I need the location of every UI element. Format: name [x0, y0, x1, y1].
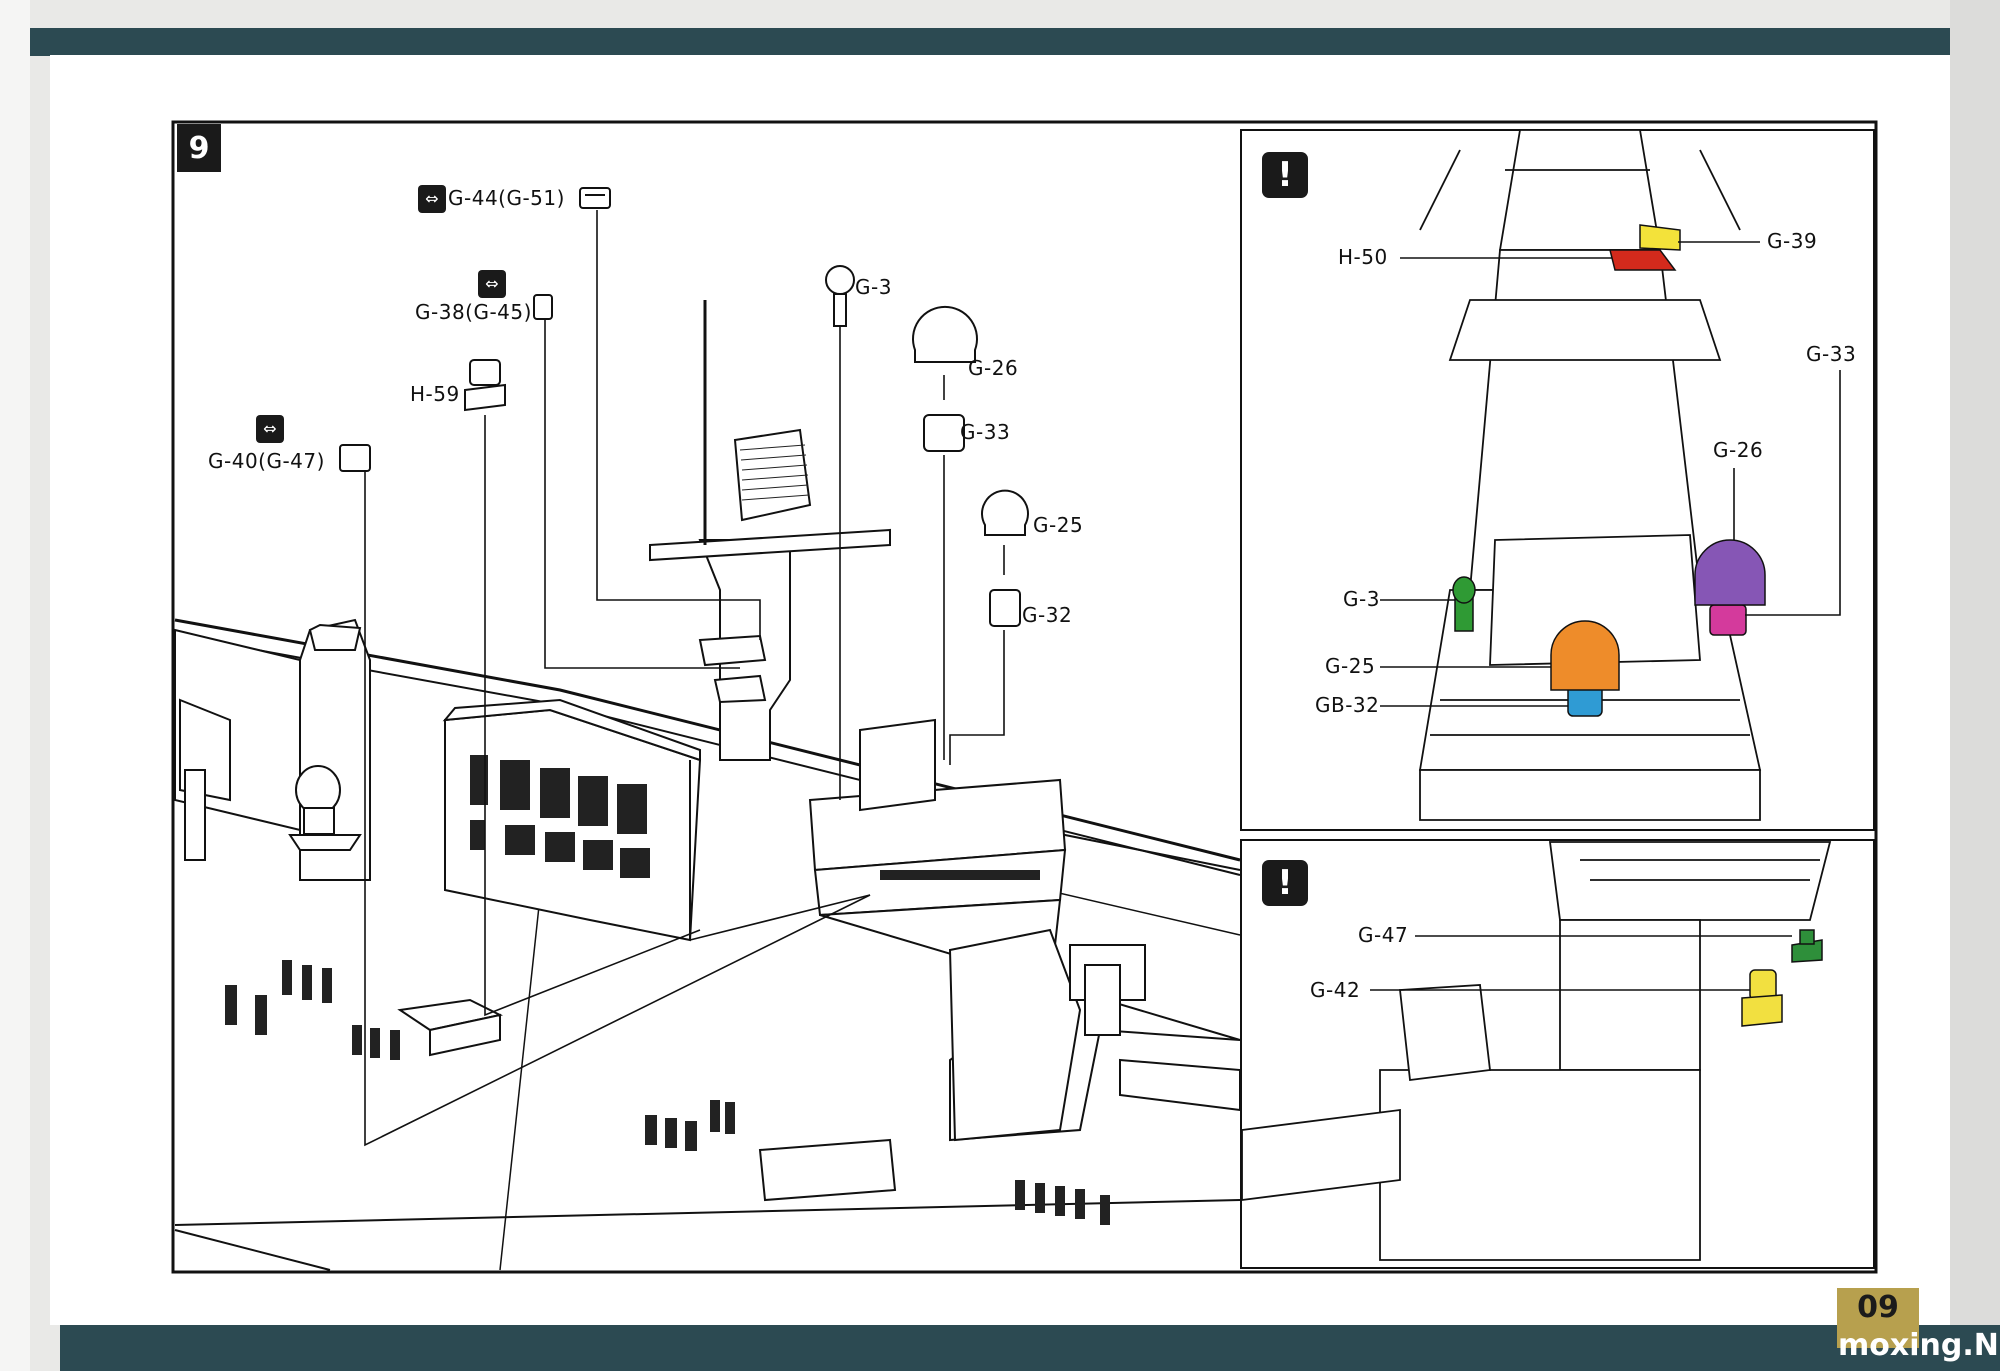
- detail-label-g25: G-25: [1325, 654, 1376, 678]
- callout-label-g44: G-44(G-51): [448, 186, 565, 210]
- detail-label-g39: G-39: [1767, 229, 1818, 253]
- detail-label-h50: H-50: [1338, 245, 1388, 269]
- mirror-part-icon: ⇔: [256, 415, 284, 443]
- detail-label-g47: G-47: [1358, 923, 1409, 947]
- part-G-39: [1639, 224, 1681, 251]
- mirror-part-icon: ⇔: [418, 185, 446, 213]
- detail-label-g42: G-42: [1310, 978, 1361, 1002]
- callout-label-h59: H-59: [410, 382, 460, 406]
- part-G-33: [1709, 604, 1747, 636]
- watermark: moxing.NET: [1838, 1328, 2000, 1363]
- callout-label-g40: G-40(G-47): [208, 449, 325, 473]
- callout-label-g32: G-32: [1022, 603, 1073, 627]
- detail-label-g26: G-26: [1713, 438, 1764, 462]
- mirror-part-icon: ⇔: [478, 270, 506, 298]
- callout-label-g3: G-3: [855, 275, 892, 299]
- detail-label-g3: G-3: [1343, 587, 1380, 611]
- part-G-25: [1550, 620, 1620, 691]
- callout-label-g33: G-33: [960, 420, 1011, 444]
- part-G-26: [1694, 539, 1766, 606]
- callout-label-g25: G-25: [1033, 513, 1084, 537]
- warning-icon: !: [1262, 860, 1308, 906]
- callout-label-g38: G-38(G-45): [415, 300, 532, 324]
- detail-label-gb32: GB-32: [1315, 693, 1380, 717]
- warning-icon: !: [1262, 152, 1308, 198]
- assembly-drawing: [171, 120, 1878, 1274]
- detail-label-g33: G-33: [1806, 342, 1857, 366]
- step-number-badge: 9: [177, 124, 221, 172]
- callout-label-g26: G-26: [968, 356, 1019, 380]
- instruction-page: 9 ⇔ ⇔ ⇔ G-44(G-51) G-38(G-45) G-3 G-26 G…: [0, 0, 2000, 1371]
